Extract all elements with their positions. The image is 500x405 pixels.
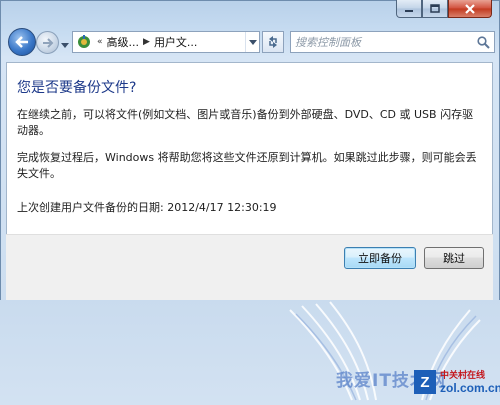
page-title: 您是否要备份文件? [17, 80, 137, 96]
close-icon [465, 3, 475, 14]
zol-logo-domain: zol.com.cn [440, 381, 500, 395]
control-panel-icon [75, 33, 93, 51]
backup-description: 在继续之前，可以将文件(例如文档、图片或音乐)备份到外部硬盘、DVD、CD 或 … [17, 108, 474, 137]
address-bar[interactable]: « 高级... ▶ 用户文... [72, 31, 260, 53]
minimize-button[interactable] [396, 0, 422, 18]
chevron-down-icon [61, 43, 69, 48]
search-box[interactable]: 搜索控制面板 [290, 31, 495, 53]
back-button[interactable] [8, 28, 36, 56]
breadcrumb-separator-icon[interactable]: ▶ [143, 37, 150, 47]
search-input[interactable]: 搜索控制面板 [295, 34, 472, 50]
last-backup-info: 上次创建用户文件备份的日期: 2012/4/17 12:30:19 [17, 200, 477, 216]
recent-pages-button[interactable] [61, 38, 69, 51]
last-backup-date: 2012/4/17 12:30:19 [167, 201, 277, 214]
dialog-footer: 立即备份 跳过 [6, 234, 493, 300]
zol-logo: Z 中关村在线 zol.com.cn [414, 368, 500, 398]
zol-logo-chinese: 中关村在线 [440, 371, 486, 381]
refresh-button[interactable] [262, 31, 284, 53]
skip-button[interactable]: 跳过 [424, 247, 484, 269]
maximize-icon [430, 4, 440, 13]
restore-description: 完成恢复过程后，Windows 将帮助您将这些文件还原到计算机。如果跳过此步骤，… [17, 151, 477, 180]
address-dropdown-button[interactable] [245, 32, 259, 52]
maximize-button[interactable] [422, 0, 448, 18]
search-icon [476, 35, 490, 49]
breadcrumb-overflow[interactable]: « [97, 37, 103, 47]
arrow-right-icon [42, 37, 53, 48]
zol-logo-mark: Z [414, 370, 436, 394]
breadcrumb-item-user-files[interactable]: 用户文... [154, 34, 198, 50]
backup-now-button[interactable]: 立即备份 [344, 247, 416, 269]
close-button[interactable] [448, 0, 492, 18]
breadcrumb-item-advanced[interactable]: 高级... [107, 34, 140, 50]
minimize-icon [405, 9, 413, 12]
navigation-bar: « 高级... ▶ 用户文... 搜索控制面板 [6, 28, 495, 58]
forward-button[interactable] [36, 31, 59, 54]
search-button[interactable] [472, 32, 494, 52]
last-backup-label: 上次创建用户文件备份的日期: [17, 201, 164, 214]
refresh-icon [269, 36, 277, 48]
caption-buttons [396, 0, 492, 18]
arrow-left-icon [15, 36, 28, 48]
chevron-down-icon [248, 39, 257, 45]
